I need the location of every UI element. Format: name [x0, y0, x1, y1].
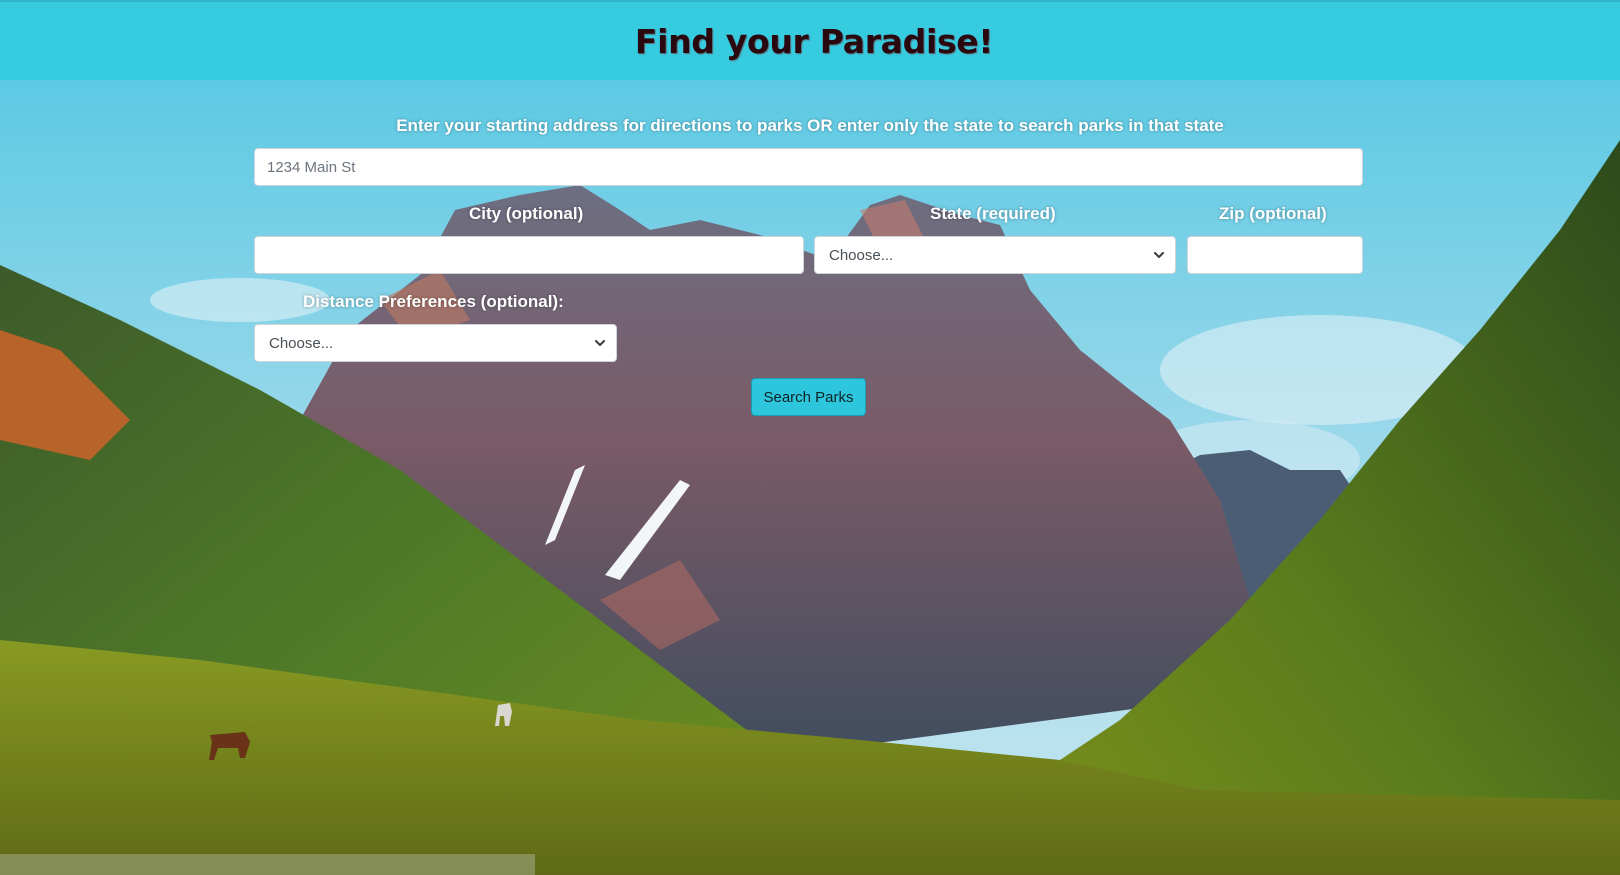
search-parks-button[interactable]: Search Parks — [751, 378, 866, 416]
distance-label: Distance Preferences (optional): — [303, 292, 564, 311]
distance-select-value: Choose... — [269, 334, 334, 352]
search-form: Enter your starting address for directio… — [0, 0, 1620, 875]
address-input[interactable] — [254, 148, 1363, 186]
zip-input[interactable] — [1187, 236, 1363, 274]
state-select[interactable]: Choose... — [814, 236, 1176, 274]
address-label: Enter your starting address for directio… — [396, 116, 1224, 135]
page: Find your Paradise! Enter your starting … — [0, 0, 1620, 875]
city-label: City (optional) — [469, 204, 584, 223]
zip-label: Zip (optional) — [1219, 204, 1327, 223]
state-label: State (required) — [930, 204, 1056, 223]
state-select-value: Choose... — [829, 246, 894, 264]
browser-status-bar — [0, 854, 535, 875]
city-input[interactable] — [254, 236, 804, 274]
distance-select[interactable]: Choose... — [254, 324, 617, 362]
chevron-down-icon — [1154, 252, 1164, 258]
chevron-down-icon — [595, 340, 605, 346]
